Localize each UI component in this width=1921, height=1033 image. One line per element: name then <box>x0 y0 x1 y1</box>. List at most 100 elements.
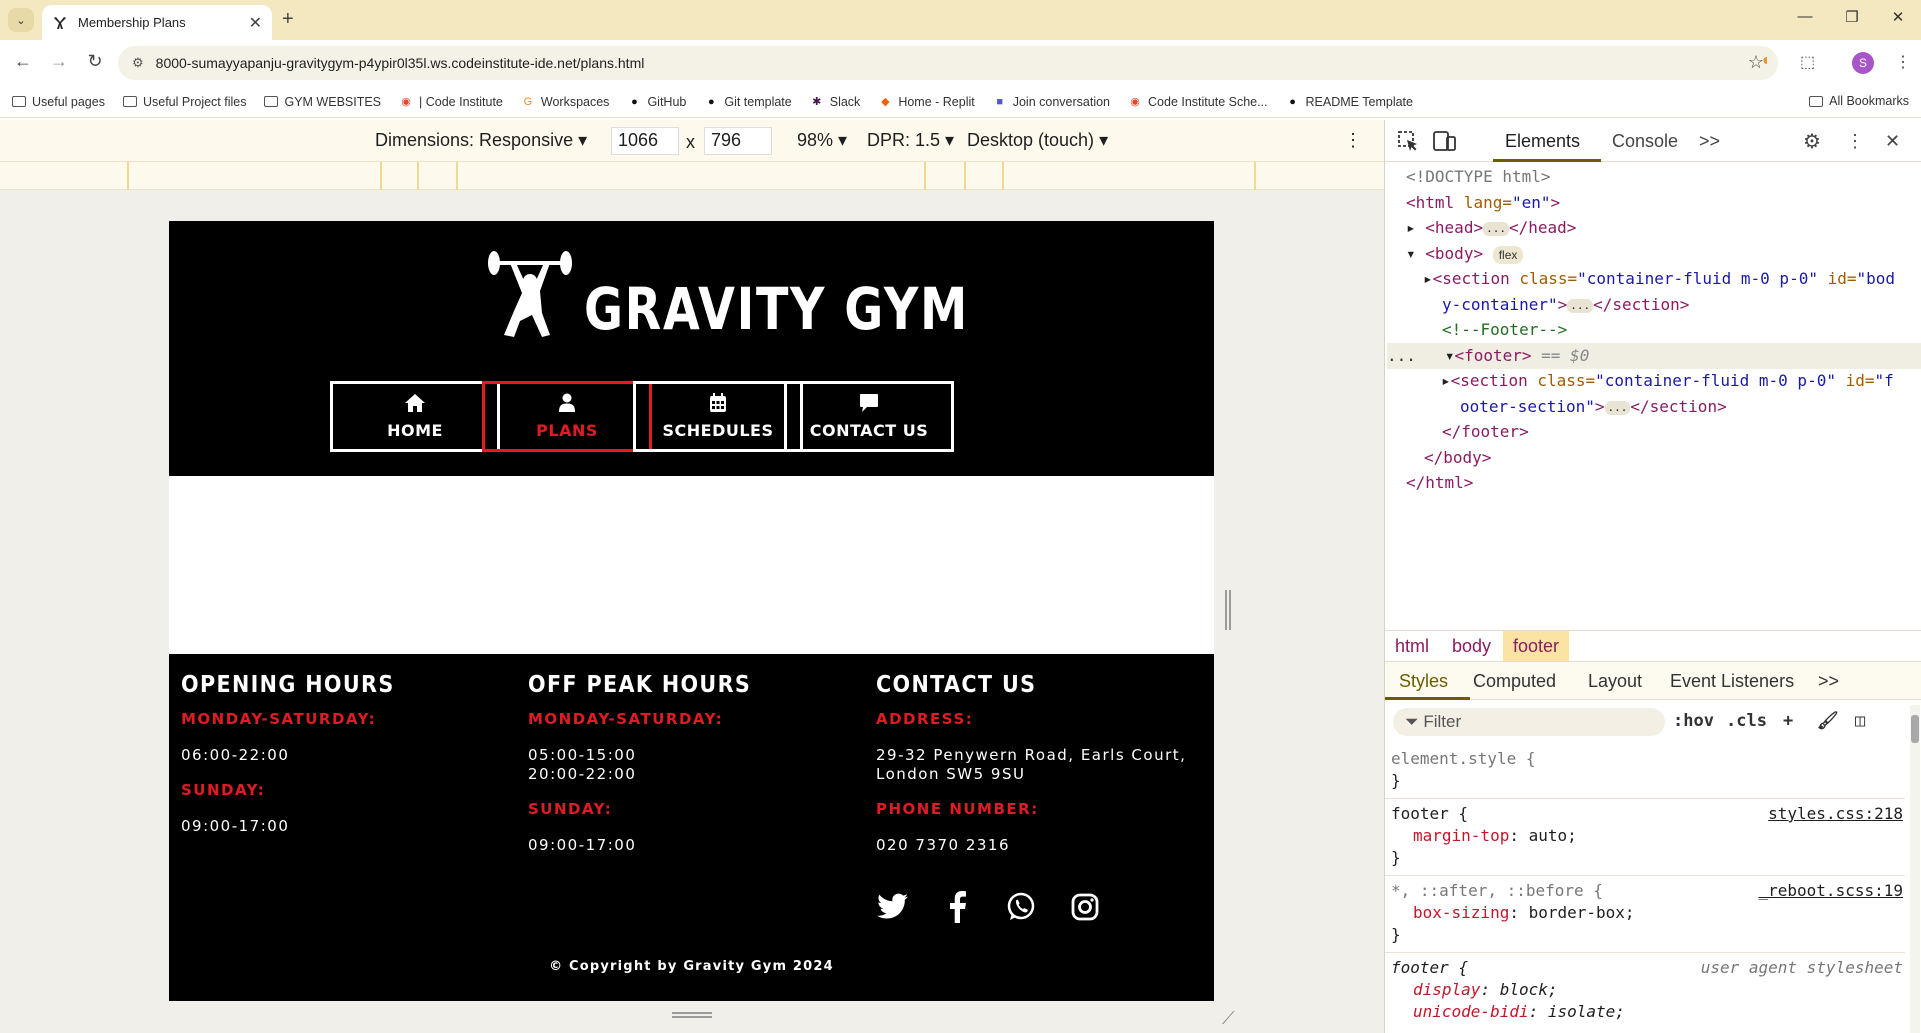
tab-layout[interactable]: Layout <box>1588 671 1642 692</box>
whatsapp-link[interactable] <box>1004 890 1038 924</box>
styles-scrollbar[interactable] <box>1910 705 1920 1033</box>
more-options-icon[interactable]: ⋮ <box>1344 130 1362 151</box>
close-devtools-icon[interactable]: ✕ <box>1885 131 1900 152</box>
collapsed-ellipsis[interactable]: ... <box>1604 400 1631 415</box>
nav-home[interactable]: HOME <box>330 381 500 452</box>
collapsed-ellipsis[interactable]: ... <box>1567 298 1594 313</box>
right-resize-handle[interactable] <box>1225 590 1231 630</box>
css-property[interactable]: unicode-bidi: isolate; <box>1391 1001 1899 1023</box>
bookmark-item[interactable]: ● Git template <box>704 95 792 109</box>
dom-node-html-close[interactable]: </html> <box>1406 470 1473 496</box>
close-tab-icon[interactable]: ✕ <box>249 13 262 33</box>
paint-brush-icon[interactable]: 🖌 <box>1817 711 1839 731</box>
css-property[interactable]: margin-top: auto; <box>1391 825 1899 847</box>
nav-plans[interactable]: PLANS <box>482 381 652 452</box>
dom-node-doctype[interactable]: <!DOCTYPE html> <box>1406 164 1551 190</box>
bookmark-item[interactable]: ✱ Slack <box>810 95 860 109</box>
ruler-mark[interactable] <box>417 162 419 190</box>
nav-contact-us[interactable]: CONTACT US <box>784 381 954 452</box>
ruler-mark[interactable] <box>1002 162 1004 190</box>
ruler-mark[interactable] <box>924 162 926 190</box>
tab-search-button[interactable]: ⌄ <box>8 8 34 32</box>
reload-button[interactable]: ↻ <box>82 51 108 72</box>
tab-styles[interactable]: Styles <box>1399 671 1448 692</box>
dom-node-comment[interactable]: <!--Footer--> <box>1442 317 1567 343</box>
new-rule-icon[interactable]: + <box>1783 711 1793 731</box>
width-input[interactable]: 1066 <box>611 127 679 155</box>
dom-node-head[interactable]: ▸ <head>... </head> <box>1406 215 1576 241</box>
bookmark-item[interactable]: ■ Join conversation <box>993 95 1110 109</box>
tab-elements[interactable]: Elements <box>1505 131 1580 152</box>
dom-node-html[interactable]: <html lang="en"> <box>1406 190 1560 216</box>
hov-button[interactable]: :hov <box>1673 711 1714 731</box>
new-tab-button[interactable]: + <box>282 8 294 31</box>
css-rule-universal[interactable]: *, ::after, ::before { _reboot.scss:19 b… <box>1385 876 1905 953</box>
ruler-mark[interactable] <box>1254 162 1256 190</box>
url-input[interactable]: ⚙ 8000-sumayyapanju-gravitygym-p4ypir0l3… <box>118 46 1778 80</box>
all-bookmarks[interactable]: All Bookmarks <box>1809 94 1909 108</box>
bookmark-item[interactable]: ● GitHub <box>627 95 686 109</box>
css-property[interactable]: box-sizing: border-box; <box>1391 902 1899 924</box>
breadcrumb-body[interactable]: body <box>1452 636 1491 657</box>
device-type-dropdown[interactable]: Desktop (touch) ▾ <box>967 130 1108 151</box>
css-rule-footer[interactable]: footer { styles.css:218 margin-top: auto… <box>1385 799 1905 876</box>
dom-node-footer-close[interactable]: </footer> <box>1442 419 1529 445</box>
dom-node-footer-selected[interactable]: ... ▾<footer> == $0 <box>1387 343 1921 369</box>
bookmark-item[interactable]: G Workspaces <box>521 95 610 109</box>
cls-button[interactable]: .cls <box>1726 711 1767 731</box>
breadcrumb-footer[interactable]: footer <box>1503 631 1570 661</box>
bottom-resize-handle[interactable] <box>672 1012 712 1018</box>
bookmark-item[interactable]: ◉ Code Institute Sche... <box>1128 95 1267 109</box>
dom-node-body-close[interactable]: </body> <box>1424 445 1491 471</box>
css-property[interactable]: display: block; <box>1391 979 1899 1001</box>
scrollbar-thumb[interactable] <box>1911 715 1919 743</box>
collapsed-ellipsis[interactable]: ... <box>1483 221 1509 236</box>
collapse-triangle-icon[interactable]: ▾ <box>1406 244 1416 263</box>
instagram-link[interactable] <box>1068 890 1102 924</box>
site-info-icon[interactable]: ⚙ <box>132 55 144 71</box>
rule-source-link[interactable]: _reboot.scss:19 <box>1759 880 1904 902</box>
bookmark-item[interactable]: Useful Project files <box>122 95 246 109</box>
ruler-mark[interactable] <box>127 162 129 190</box>
rule-source-link[interactable]: styles.css:218 <box>1768 803 1903 825</box>
active-tab[interactable]: Membership Plans ✕ <box>42 5 272 40</box>
settings-gear-icon[interactable]: ⚙ <box>1803 129 1821 154</box>
breadcrumb-html[interactable]: html <box>1395 636 1429 657</box>
device-toggle-icon[interactable] <box>1433 130 1457 152</box>
sidebar-toggle-icon[interactable]: ◫ <box>1855 711 1865 731</box>
dom-node-section-body[interactable]: ▸<section class="container-fluid m-0 p-0… <box>1423 266 1895 292</box>
node-actions-icon[interactable]: ... <box>1387 346 1416 365</box>
restore-button[interactable]: ❐ <box>1832 8 1872 26</box>
extension-icon[interactable]: ◐ <box>1762 52 1772 70</box>
browser-menu-icon[interactable]: ⋮ <box>1895 52 1911 72</box>
dpr-dropdown[interactable]: DPR: 1.5 ▾ <box>867 130 954 151</box>
tab-console[interactable]: Console <box>1612 131 1678 152</box>
ruler-mark[interactable] <box>456 162 458 190</box>
bookmark-item[interactable]: ● README Template <box>1286 95 1413 109</box>
close-window-button[interactable]: ✕ <box>1878 8 1918 26</box>
site-logo[interactable]: GRAVITY GYM <box>484 243 967 343</box>
ruler-mark[interactable] <box>964 162 966 190</box>
tab-event-listeners[interactable]: Event Listeners <box>1670 671 1794 692</box>
dom-node-section-footer-cont[interactable]: ooter-section">... </section> <box>1460 394 1727 420</box>
expand-triangle-icon[interactable]: ▸ <box>1406 218 1416 237</box>
styles-filter-input[interactable]: ⏷ Filter <box>1393 708 1665 736</box>
devtools-menu-icon[interactable]: ⋮ <box>1846 131 1864 152</box>
minimize-button[interactable]: — <box>1785 8 1825 25</box>
height-input[interactable]: 796 <box>704 127 772 155</box>
tab-computed[interactable]: Computed <box>1473 671 1556 692</box>
back-button[interactable]: ← <box>10 51 36 72</box>
css-rule-element-style[interactable]: element.style { } <box>1385 744 1905 799</box>
corner-resize-handle[interactable]: ⟋ <box>1222 1008 1235 1029</box>
collapse-triangle-icon[interactable]: ▾ <box>1445 346 1455 365</box>
inspect-element-icon[interactable] <box>1397 130 1419 152</box>
dom-node-body[interactable]: ▾ <body> flex <box>1406 241 1524 267</box>
css-rule-user-agent[interactable]: footer { user agent stylesheet display: … <box>1385 953 1905 1029</box>
more-tabs-icon[interactable]: >> <box>1699 131 1720 152</box>
expand-triangle-icon[interactable]: ▸ <box>1441 371 1451 390</box>
bookmark-item[interactable]: ◆ Home - Replit <box>878 95 975 109</box>
forward-button[interactable]: → <box>46 51 72 72</box>
more-style-tabs-icon[interactable]: >> <box>1818 671 1839 692</box>
dom-node-section-body-cont[interactable]: y-container">... </section> <box>1442 292 1689 318</box>
bookmark-item[interactable]: GYM WEBSITES <box>264 95 381 109</box>
